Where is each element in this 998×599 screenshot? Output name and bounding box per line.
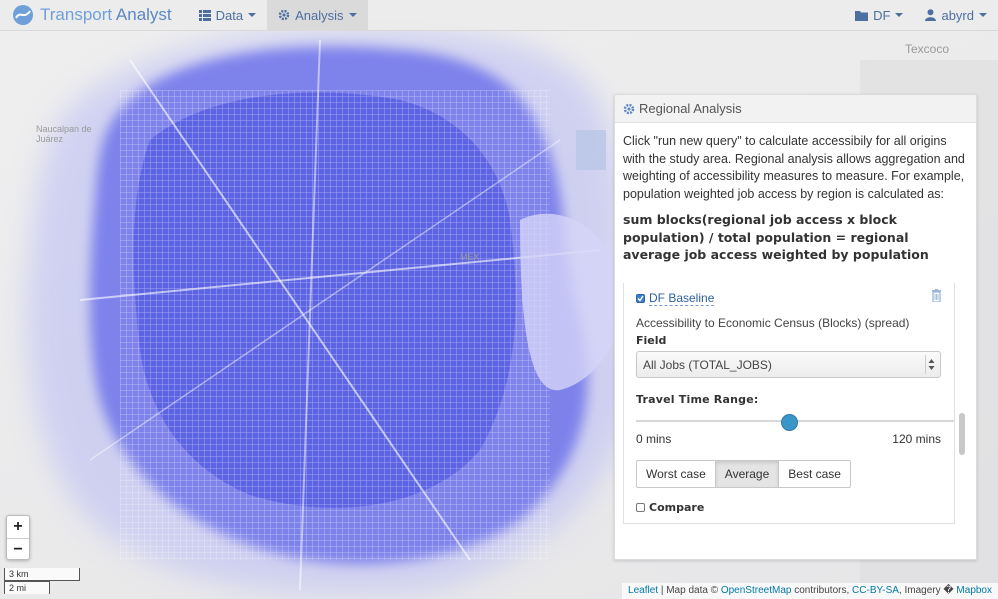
select-arrows-icon <box>925 355 937 374</box>
map-label-texcoco: Texcoco <box>905 42 950 56</box>
zoom-out-button[interactable]: − <box>7 538 29 560</box>
scale-bar: 3 km 2 mi <box>4 568 80 594</box>
scale-mi: 2 mi <box>4 581 50 594</box>
brand-part-1: Transport <box>40 5 113 24</box>
compare-checkbox[interactable] <box>636 503 645 512</box>
menu-data[interactable]: Data <box>188 0 267 31</box>
trash-icon[interactable] <box>931 289 942 307</box>
travel-time-label: Travel Time Range: <box>636 393 759 406</box>
project-label: DF <box>873 7 891 23</box>
logo-icon <box>13 5 33 25</box>
license-link[interactable]: CC-BY-SA <box>852 585 899 596</box>
user-label: abyrd <box>941 7 974 23</box>
panel-title: Regional Analysis <box>639 101 742 116</box>
range-labels: 0 mins 120 mins <box>636 432 941 446</box>
case-button-group: Worst case Average Best case <box>636 460 942 488</box>
worst-case-button[interactable]: Worst case <box>636 460 716 488</box>
user-menu[interactable]: abyrd <box>914 0 998 31</box>
scenario-card: DF Baseline Accessibility to Economic Ce… <box>623 283 955 524</box>
slider-handle[interactable] <box>780 414 798 431</box>
menu-data-label: Data <box>215 7 244 23</box>
best-case-button[interactable]: Best case <box>778 460 851 488</box>
map-attribution: Leaflet | Map data © OpenStreetMap contr… <box>622 583 998 599</box>
chevron-down-icon <box>348 13 357 17</box>
scale-km: 3 km <box>4 568 80 581</box>
map-label-mex: MEX <box>460 252 480 262</box>
scenario-name[interactable]: DF Baseline <box>649 291 715 306</box>
mapbox-link[interactable]: Mapbox <box>956 585 992 596</box>
leaflet-link[interactable]: Leaflet <box>628 585 658 596</box>
project-menu[interactable]: DF <box>844 0 914 31</box>
compare-label: Compare <box>649 501 705 514</box>
attribution-sep: | Map data © <box>658 585 721 596</box>
folder-icon <box>855 10 869 21</box>
osm-link[interactable]: OpenStreetMap <box>721 585 792 596</box>
field-label: Field <box>636 334 667 347</box>
user-icon <box>925 9 937 21</box>
brand-text: Transport Analyst <box>40 5 172 25</box>
list-icon <box>198 9 211 21</box>
range-max: 120 mins <box>892 432 941 446</box>
panel-header: Regional Analysis <box>615 95 976 123</box>
scenario-header: DF Baseline <box>636 289 942 307</box>
check-icon <box>637 295 644 302</box>
menu-analysis[interactable]: Analysis <box>267 0 368 31</box>
average-button[interactable]: Average <box>714 460 780 488</box>
panel-body: Click "run new query" to calculate acces… <box>615 123 976 264</box>
chevron-down-icon <box>895 13 904 17</box>
brand[interactable]: Transport Analyst <box>0 0 188 31</box>
panel-description: Click "run new query" to calculate acces… <box>623 134 965 201</box>
chevron-down-icon <box>248 13 257 17</box>
nav-right: DF abyrd <box>844 0 998 31</box>
attribution-imagery: , Imagery � <box>898 585 957 596</box>
chevron-down-icon <box>979 13 987 17</box>
travel-time-slider[interactable] <box>636 414 954 431</box>
panel-formula: sum blocks(regional job access x block p… <box>623 212 929 262</box>
zoom-in-button[interactable]: + <box>7 516 29 538</box>
field-select-value: All Jobs (TOTAL_JOBS) <box>643 357 772 372</box>
gear-icon <box>623 103 635 115</box>
panel-scrollbar[interactable] <box>959 413 965 455</box>
range-min: 0 mins <box>636 432 672 446</box>
scenario-checkbox[interactable] <box>636 293 645 303</box>
accessibility-description: Accessibility to Economic Census (Blocks… <box>636 316 910 330</box>
navbar: Transport Analyst Data Analysis DF abyrd <box>0 0 998 31</box>
zoom-control: + − <box>6 515 30 560</box>
gear-icon <box>278 9 290 21</box>
brand-part-2: Analyst <box>112 5 172 24</box>
attribution-contrib: contributors, <box>791 585 853 596</box>
compare-row[interactable]: Compare <box>636 501 942 514</box>
map-label-naucalpan: Naucalpan de Juárez <box>36 124 92 144</box>
field-select[interactable]: All Jobs (TOTAL_JOBS) <box>636 351 941 378</box>
regional-analysis-panel: Regional Analysis Click "run new query" … <box>614 94 977 560</box>
menu-analysis-label: Analysis <box>295 7 344 23</box>
